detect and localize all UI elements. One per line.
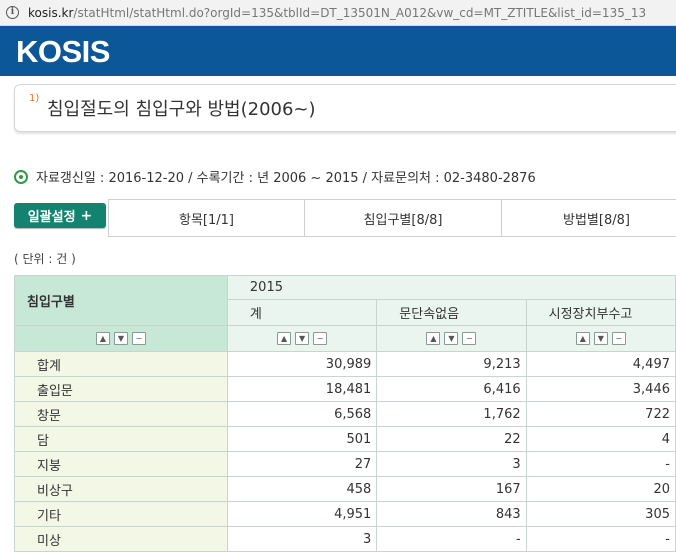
table-cell: 4,951: [226, 501, 378, 527]
row-label: 담: [14, 426, 228, 452]
table-cell: 18,481: [226, 376, 378, 402]
bulk-settings-label: 일괄설정: [27, 210, 76, 225]
collapse-icon[interactable]: −: [462, 332, 477, 345]
table-cell: 3: [376, 451, 527, 477]
table-cell: 22: [376, 426, 527, 452]
table-cell: 30,989: [226, 351, 378, 377]
row-sort-controls: ▲ ▼ −: [14, 325, 228, 352]
meta-text: 자료갱신일 : 2016-12-20 / 수록기간 : 년 2006 ~ 201…: [36, 171, 536, 186]
row-label: 비상구: [14, 476, 228, 502]
plus-icon: +: [80, 207, 93, 224]
sort-up-icon[interactable]: ▲: [426, 332, 441, 345]
sort-up-icon[interactable]: ▲: [277, 332, 292, 345]
table-row: 기타 4,951 843 305: [14, 501, 676, 527]
table-row: 합계 30,989 9,213 4,497: [14, 351, 676, 377]
row-label: 지붕: [14, 451, 228, 477]
table-cell: 1,762: [376, 401, 527, 427]
url-text[interactable]: kosis.kr/statHtml/statHtml.do?orgId=135&…: [28, 6, 646, 20]
table-cell: 167: [376, 476, 527, 502]
table-title-box: 1) 침입절도의 침입구와 방법(2006~): [14, 84, 676, 132]
info-icon[interactable]: i: [6, 6, 19, 19]
table-cell: 501: [226, 426, 378, 452]
sort-control-row: ▲ ▼ − ▲ ▼ − ▲ ▼ − ▲ ▼ −: [14, 325, 676, 352]
table-cell: 9,213: [376, 351, 527, 377]
sort-down-icon[interactable]: ▼: [444, 332, 459, 345]
table-row: 담 501 22 4: [14, 426, 676, 452]
tab-entry-point[interactable]: 침입구별[8/8]: [304, 200, 501, 236]
table-row: 창문 6,568 1,762 722: [14, 401, 676, 427]
table-cell: 722: [525, 401, 676, 427]
collapse-icon[interactable]: −: [611, 332, 626, 345]
site-header: KOSIS: [0, 26, 676, 76]
table-cell: 3,446: [525, 376, 676, 402]
table-cell: 6,568: [226, 401, 378, 427]
row-label: 출입문: [14, 376, 228, 402]
column-header[interactable]: 시정장치부수고: [525, 299, 676, 326]
settings-toolbar: 일괄설정 + 항목[1/1] 침입구별[8/8] 방법별[8/8]: [14, 199, 676, 237]
bullet-circle-icon: [14, 169, 28, 184]
sort-down-icon[interactable]: ▼: [113, 332, 128, 345]
url-path: /statHtml/statHtml.do?orgId=135&tblId=DT…: [73, 5, 647, 20]
table-cell: -: [525, 451, 676, 477]
row-label: 합계: [14, 351, 228, 377]
table-cell: 3: [226, 526, 378, 552]
table-row: 미상 3 - -: [14, 526, 676, 552]
table-cell: 6,416: [376, 376, 527, 402]
dimension-tabs: 항목[1/1] 침입구별[8/8] 방법별[8/8]: [108, 199, 676, 237]
statistics-table: 침입구별 2015 계 문단속없음 시정장치부수고 ▲ ▼ − ▲ ▼ − ▲ ▼ − ▲ ▼…: [14, 275, 676, 552]
table-cell: 20: [525, 476, 676, 502]
year-header[interactable]: 2015: [226, 275, 676, 300]
table-cell: 27: [226, 451, 378, 477]
sort-down-icon[interactable]: ▼: [593, 332, 608, 345]
kosis-logo[interactable]: KOSIS: [16, 34, 110, 70]
table-row: 출입문 18,481 6,416 3,446: [14, 376, 676, 402]
column-sort-controls: ▲ ▼ −: [525, 325, 676, 352]
table-row: 지붕 27 3 -: [14, 451, 676, 477]
table-row: 비상구 458 167 20: [14, 476, 676, 502]
sort-up-icon[interactable]: ▲: [575, 332, 590, 345]
table-cell: 458: [226, 476, 378, 502]
row-label: 창문: [14, 401, 228, 427]
sort-down-icon[interactable]: ▼: [295, 332, 310, 345]
row-label: 미상: [14, 526, 228, 552]
bulk-settings-button[interactable]: 일괄설정 +: [14, 203, 106, 228]
table-cell: 4,497: [525, 351, 676, 377]
title-footnote-marker[interactable]: 1): [29, 93, 39, 104]
table-cell: 305: [525, 501, 676, 527]
column-sort-controls: ▲ ▼ −: [226, 325, 378, 352]
sort-up-icon[interactable]: ▲: [95, 332, 110, 345]
url-host: kosis.kr: [28, 5, 74, 20]
column-sort-controls: ▲ ▼ −: [376, 325, 527, 352]
address-bar[interactable]: i kosis.kr/statHtml/statHtml.do?orgId=13…: [0, 0, 676, 26]
collapse-icon[interactable]: −: [313, 332, 328, 345]
row-label: 기타: [14, 501, 228, 527]
row-dimension-header[interactable]: 침입구별: [14, 275, 228, 326]
tab-items[interactable]: 항목[1/1]: [108, 200, 304, 236]
tab-method[interactable]: 방법별[8/8]: [501, 200, 676, 236]
column-header[interactable]: 계: [226, 299, 378, 326]
column-header[interactable]: 문단속없음: [376, 299, 527, 326]
table-cell: -: [525, 526, 676, 552]
table-cell: -: [376, 526, 527, 552]
page-title: 침입절도의 침입구와 방법(2006~): [47, 99, 316, 120]
table-cell: 4: [525, 426, 676, 452]
unit-label: ( 단위 : 건 ): [14, 252, 76, 266]
table-cell: 843: [376, 501, 527, 527]
collapse-icon[interactable]: −: [131, 332, 146, 345]
meta-info: 자료갱신일 : 2016-12-20 / 수록기간 : 년 2006 ~ 201…: [14, 167, 536, 186]
